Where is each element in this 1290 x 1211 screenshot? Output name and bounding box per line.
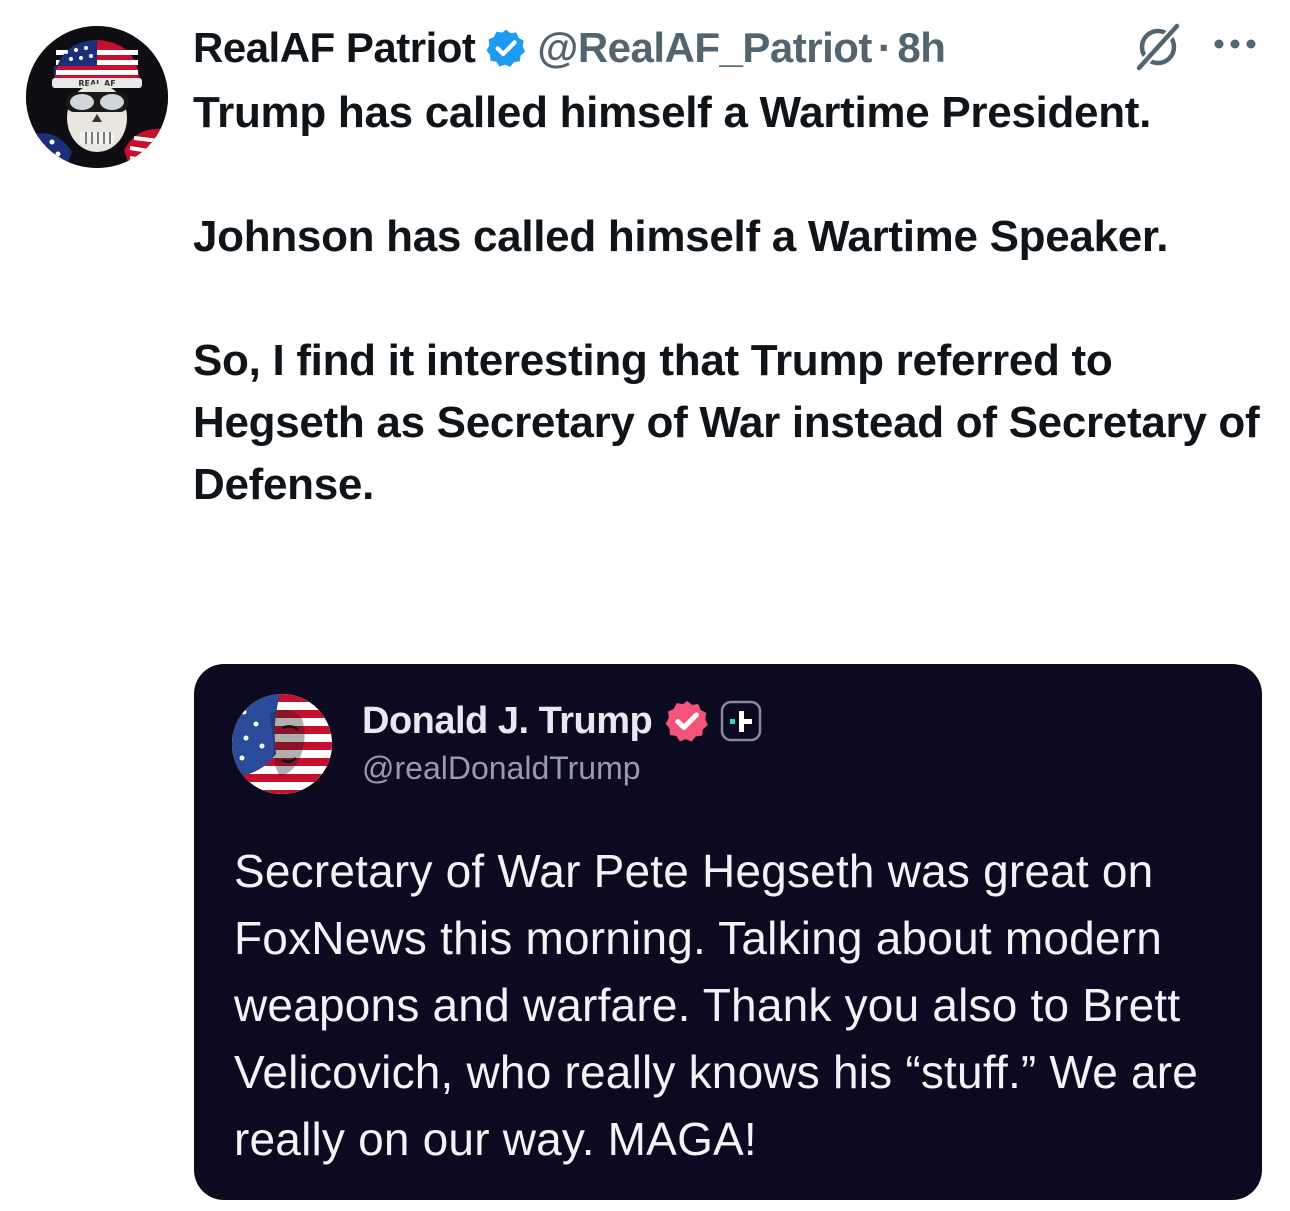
post-paragraph: Johnson has called himself a Wartime Spe…	[193, 212, 1169, 261]
quoted-post-card[interactable]: Donald J. Trump @realDonaldTrump Secreta…	[194, 664, 1262, 1200]
post-header: RealAF Patriot @RealAF_Patriot · 8h	[193, 18, 946, 78]
quoted-author-handle[interactable]: @realDonaldTrump	[362, 750, 641, 787]
quoted-author-name[interactable]: Donald J. Trump	[362, 700, 653, 743]
skull-flag-avatar-image: REAL AF	[26, 26, 168, 168]
quoted-author-row: Donald J. Trump	[362, 698, 762, 744]
post-text: Trump has called himself a Wartime Presi…	[193, 82, 1263, 516]
post-paragraph: So, I find it interesting that Trump ref…	[193, 336, 1260, 509]
separator-dot: ·	[877, 24, 892, 71]
post-timestamp[interactable]: 8h	[897, 24, 946, 72]
verified-badge-icon	[665, 700, 709, 742]
more-options-icon[interactable]	[1212, 34, 1258, 54]
quoted-post-text: Secretary of War Pete Hegseth was great …	[234, 845, 1199, 1165]
verified-badge-icon	[486, 29, 526, 67]
author-name[interactable]: RealAF Patriot	[193, 24, 476, 72]
author-avatar[interactable]: REAL AF	[26, 26, 168, 168]
quoted-author-avatar[interactable]	[232, 694, 332, 794]
author-handle[interactable]: @RealAF_Patriot	[537, 24, 872, 72]
post-paragraph: Trump has called himself a Wartime Presi…	[193, 88, 1152, 137]
grok-icon[interactable]	[1133, 22, 1183, 72]
flag-portrait-avatar-image	[232, 694, 332, 794]
follow-plus-icon[interactable]	[720, 700, 762, 742]
